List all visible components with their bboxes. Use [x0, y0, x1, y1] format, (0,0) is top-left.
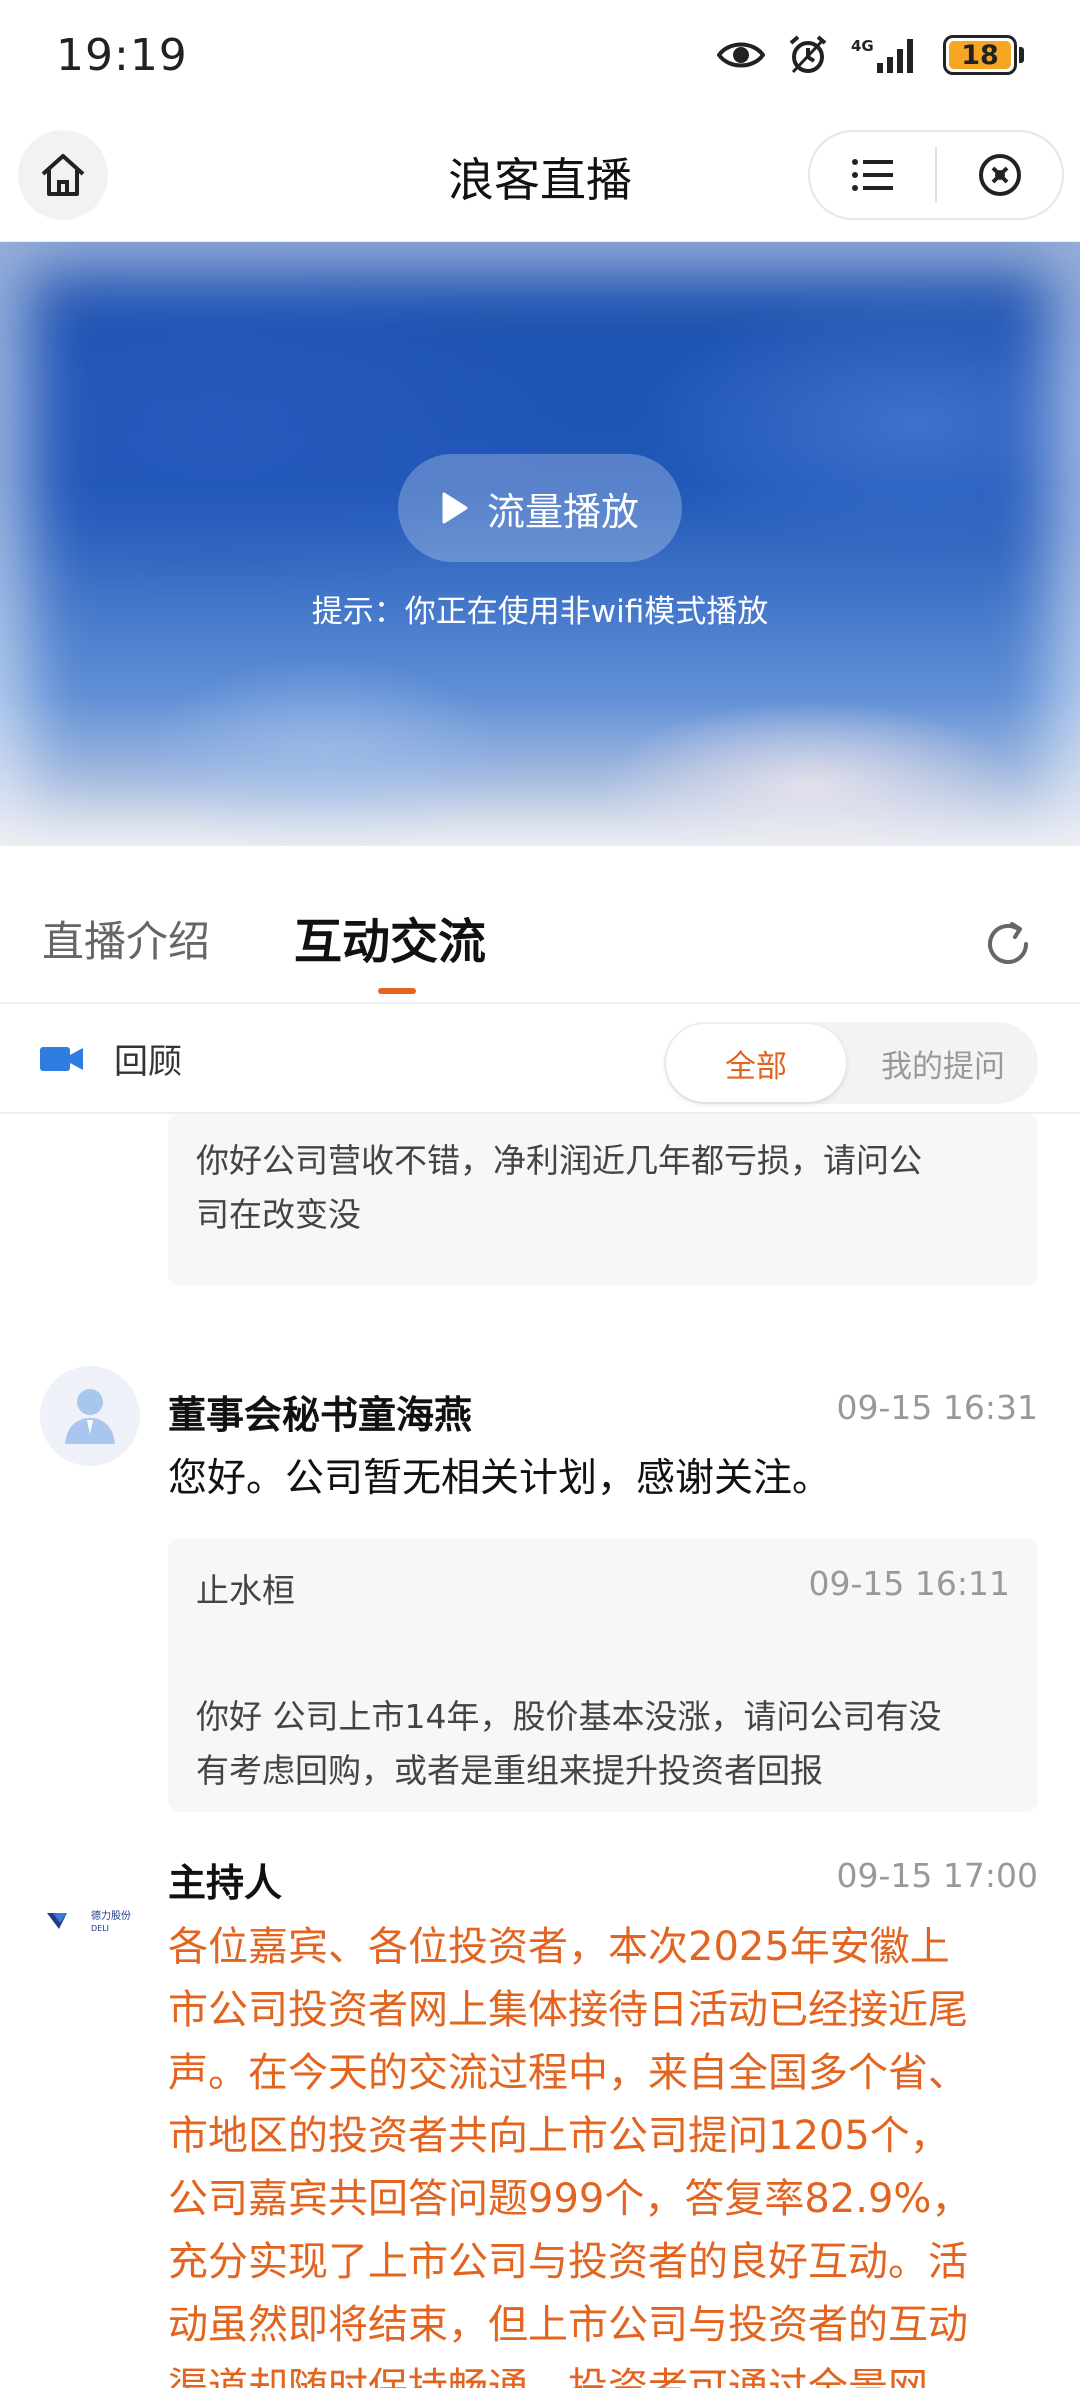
- message-line: 市公司投资者网上集体接待日活动已经接近尾: [168, 1987, 968, 2033]
- active-tab-indicator: [378, 988, 416, 994]
- question-text-line: 司在改变没: [196, 1195, 361, 1234]
- menu-button[interactable]: [810, 132, 935, 218]
- message-line: 渠道却随时保持畅通，投资者可通过全景网: [168, 2365, 928, 2388]
- qa-feed: 你好公司营收不错，净利润近几年都亏损，请问公 司在改变没 董事会秘书童海燕 09…: [0, 1114, 1080, 2388]
- question-filter-toggle: 全部 我的提问: [664, 1022, 1038, 1104]
- tab-interaction[interactable]: 互动交流: [294, 902, 486, 972]
- message-line: 声。在今天的交流过程中，来自全国多个省、: [168, 2050, 968, 2096]
- logo-sub-text: DELI: [91, 1924, 109, 1933]
- list-item: 德力股份 DELI 主持人 09-15 17:00 各位嘉宾、各位投资者，本次2…: [0, 1852, 1080, 2388]
- question-quote: 止水桓 09-15 16:11: [168, 1538, 1038, 1696]
- battery-level: 18: [949, 40, 1011, 71]
- list-icon: [851, 159, 893, 191]
- close-circle-icon: [978, 154, 1021, 196]
- refresh-button[interactable]: [982, 918, 1034, 974]
- battery-icon: 18: [943, 35, 1024, 75]
- message-line: 各位嘉宾、各位投资者，本次2025年安徽上: [168, 1924, 950, 1970]
- signal-icon: 4G: [851, 37, 913, 73]
- question-text-line: 有考虑回购，或者是重组来提升投资者回报: [196, 1751, 823, 1790]
- message-line: 市地区的投资者共向上市公司提问1205个，: [168, 2113, 950, 2159]
- status-bar: 19:19 4G 18: [0, 0, 1080, 116]
- question-quote: 你好公司营收不错，净利润近几年都亏损，请问公 司在改变没: [168, 1114, 1038, 1286]
- logo-text: 德力股份: [91, 1909, 131, 1922]
- question-text-line: 你好公司营收不错，净利润近几年都亏损，请问公: [196, 1141, 922, 1180]
- host-closing-message: 各位嘉宾、各位投资者，本次2025年安徽上 市公司投资者网上集体接待日活动已经接…: [168, 1916, 1038, 2388]
- asker-name: 止水桓: [196, 1571, 295, 1610]
- question-time: 09-15 16:11: [808, 1564, 1010, 1603]
- avatar: [40, 1366, 140, 1466]
- host-name: 主持人: [168, 1861, 283, 1905]
- review-button[interactable]: 回顾: [40, 1034, 182, 1083]
- status-time: 19:19: [56, 30, 188, 81]
- filter-all[interactable]: 全部: [666, 1024, 846, 1102]
- network-hint: 提示：你正在使用非wifi模式播放: [311, 594, 769, 630]
- nav-bar: 浪客直播: [0, 116, 1080, 242]
- eye-icon: [717, 42, 765, 68]
- refresh-icon: [988, 922, 1028, 964]
- play-label: 流量播放: [486, 489, 639, 534]
- close-button[interactable]: [937, 132, 1062, 218]
- play-icon: [442, 492, 468, 524]
- filter-row: 回顾 全部 我的提问: [0, 1004, 1080, 1114]
- video-camera-icon: [40, 1046, 83, 1071]
- message-line: 公司嘉宾共回答问题999个，答复率82.9%，: [168, 2176, 972, 2222]
- network-type: 4G: [851, 37, 874, 55]
- list-item: 董事会秘书童海燕 09-15 16:31 您好。公司暂无相关计划，感谢关注。 止…: [0, 1366, 1080, 1886]
- filter-my-questions[interactable]: 我的提问: [850, 1024, 1036, 1102]
- cellular-play-button[interactable]: 流量播放: [398, 454, 682, 562]
- status-icons: 4G 18: [717, 30, 1024, 80]
- tab-live-intro[interactable]: 直播介绍: [42, 908, 210, 969]
- company-logo-icon: 德力股份 DELI: [47, 1909, 131, 1933]
- reply-time: 09-15 16:31: [836, 1388, 1038, 1427]
- question-body: 你好 公司上市14年，股价基本没涨，请问公司有没 有考虑回购，或者是重组来提升投…: [168, 1684, 1038, 1812]
- reply-text: 您好。公司暂无相关计划，感谢关注。: [168, 1456, 832, 1501]
- company-logo: 德力股份 DELI: [40, 1872, 140, 1972]
- message-line: 动虽然即将结束，但上市公司与投资者的互动: [168, 2302, 968, 2348]
- mini-program-capsule: [808, 130, 1064, 220]
- video-player[interactable]: 流量播放 提示：你正在使用非wifi模式播放: [0, 242, 1080, 846]
- review-label: 回顾: [114, 1042, 182, 1082]
- message-line: 充分实现了上市公司与投资者的良好互动。活: [168, 2239, 968, 2285]
- question-text-line: 你好 公司上市14年，股价基本没涨，请问公司有没: [196, 1697, 942, 1736]
- respondent-name: 董事会秘书童海燕: [168, 1393, 473, 1437]
- alarm-icon: [789, 35, 827, 74]
- person-icon: [65, 1389, 115, 1444]
- tab-bar: 直播介绍 互动交流: [0, 846, 1080, 1004]
- reply-time: 09-15 17:00: [836, 1856, 1038, 1895]
